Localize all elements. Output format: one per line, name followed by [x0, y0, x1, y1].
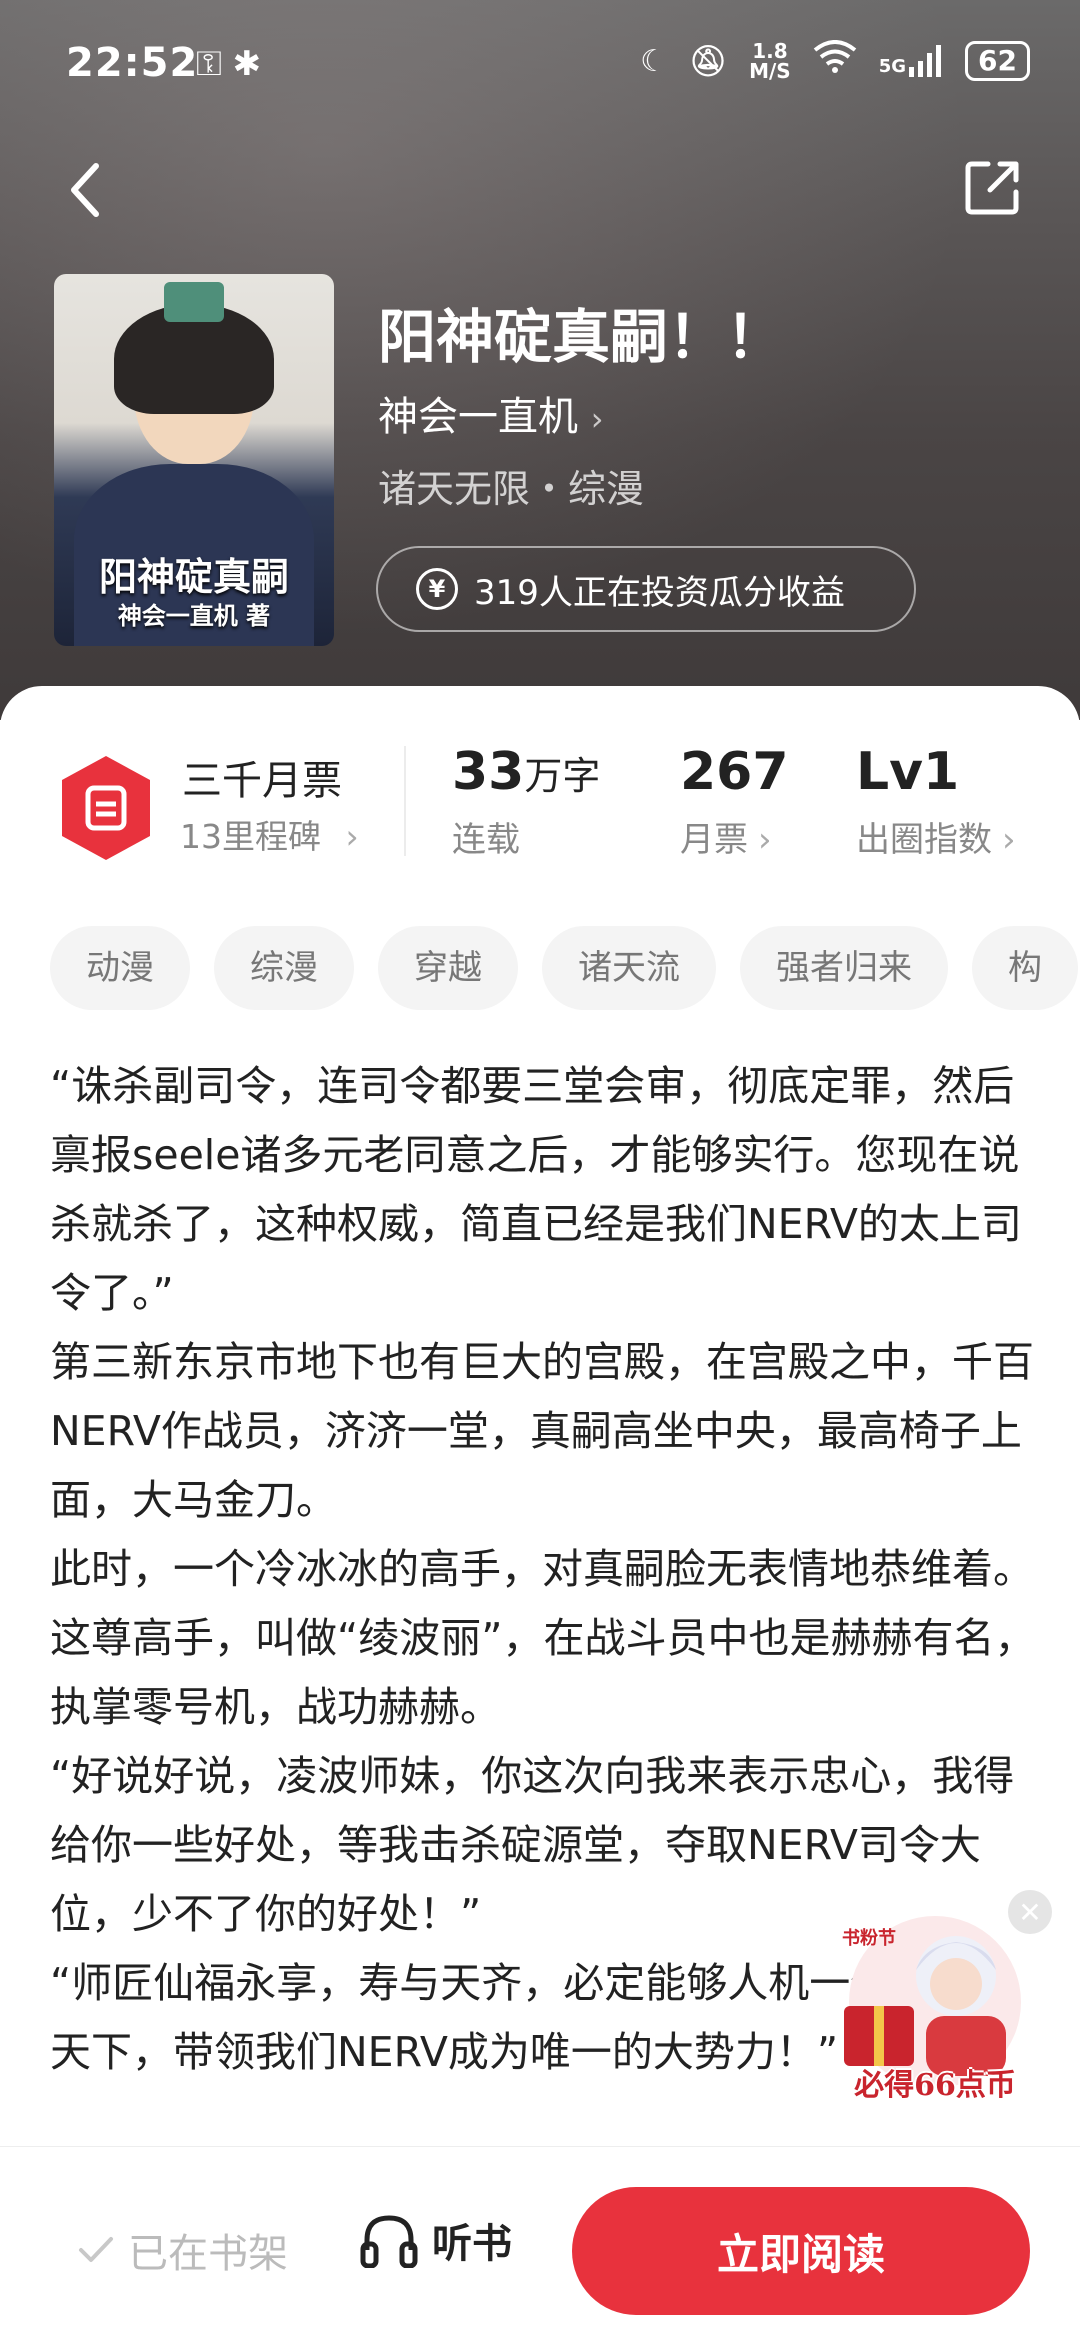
ticket-badge-icon: [62, 756, 150, 860]
mute-bell-icon: 🔕︎: [689, 43, 728, 79]
cover-author: 神会一直机 著: [117, 602, 271, 630]
check-icon: [79, 2237, 113, 2262]
wifi-icon: [813, 40, 857, 82]
chevron-right-icon: ›: [590, 400, 604, 438]
serial-status: 连载: [452, 820, 520, 860]
net-speed: 1.8 M/S: [749, 41, 791, 81]
cover-art-hat: [164, 282, 224, 322]
invest-button[interactable]: ¥ 319人正在投资瓜分收益: [376, 546, 916, 632]
chevron-right-icon: ›: [758, 820, 772, 860]
promo-bottom-text: 必得66点币: [854, 2068, 1016, 2103]
bottom-action-bar: 已在书架 听书 立即阅读: [0, 2146, 1080, 2344]
yen-coin-icon: ¥: [416, 568, 458, 610]
share-button[interactable]: [962, 156, 1024, 218]
tag-chip[interactable]: 诸天流: [542, 926, 716, 1010]
monthly-ticket-rank[interactable]: 三千月票: [182, 748, 342, 806]
milestone-text: 13里程碑: [180, 817, 321, 856]
excerpt-paragraph: “诛杀副司令，连司令都要三堂会审，彻底定罪，然后禀报seele诸多元老同意之后，…: [50, 1062, 1022, 1317]
excerpt-paragraph: 此时，一个冷冰冰的高手，对真嗣脸无表情地恭维着。这尊高手，叫做“绫波丽”，在战斗…: [50, 1545, 1036, 1731]
tag-chip[interactable]: 穿越: [378, 926, 518, 1010]
read-now-button[interactable]: 立即阅读: [572, 2187, 1030, 2315]
popularity-label: 出圈指数: [856, 820, 992, 860]
back-button[interactable]: [62, 160, 112, 220]
signal-icon: 5G: [879, 45, 943, 77]
cover-title: 阳神碇真嗣: [98, 555, 289, 599]
monthly-tickets-stat[interactable]: 267 月票 ›: [680, 742, 789, 861]
listen-label: 听书: [432, 2221, 512, 2267]
chevron-right-icon: ›: [345, 817, 359, 856]
on-shelf-status[interactable]: 已在书架: [78, 2221, 288, 2279]
promo-close-button[interactable]: ✕: [1008, 1890, 1052, 1934]
status-time: 22:52: [66, 40, 199, 86]
tag-list: 动漫 综漫 穿越 诸天流 强者归来构: [50, 926, 1080, 1012]
book-category: 诸天无限・综漫: [378, 467, 645, 511]
milestone-link[interactable]: 13里程碑 ›: [180, 810, 359, 858]
promo-top-text: 书粉节: [842, 1928, 896, 1949]
popularity-index-stat[interactable]: Lv1 出圈指数 ›: [856, 742, 1016, 861]
divider: [404, 746, 406, 856]
invest-text: 319人正在投资瓜分收益: [474, 572, 845, 613]
close-icon: ✕: [1018, 1895, 1042, 1929]
status-right-icons: ☾ 🔕︎ 1.8 M/S 5G 62: [640, 40, 1030, 82]
monthly-tickets-value: 267: [680, 742, 789, 802]
author-name: 神会一直机: [378, 394, 578, 440]
popularity-level: Lv1: [856, 742, 960, 802]
book-detail-sheet: 三千月票 13里程碑 › 33万字 连载 267 月票 › Lv1 出圈指数 › 动…: [0, 686, 1080, 2344]
top-nav: [0, 150, 1080, 230]
tag-chip[interactable]: 构: [972, 926, 1078, 1010]
listen-button[interactable]: 听书: [360, 2211, 512, 2269]
word-count-unit: 万字: [524, 754, 601, 798]
monthly-tickets-label: 月票: [680, 820, 748, 860]
headphones-icon: [360, 2215, 418, 2268]
on-shelf-label: 已在书架: [128, 2231, 288, 2277]
word-count-stat: 33万字 连载: [452, 742, 600, 861]
battery-indicator: 62: [965, 41, 1030, 81]
moon-icon: ☾: [640, 43, 667, 79]
promo-floating-banner[interactable]: 书粉节 必得66点币: [830, 1906, 1040, 2106]
book-title: 阳神碇真嗣！！: [378, 303, 785, 371]
net-speed-unit: M/S: [749, 59, 791, 83]
tag-chip[interactable]: 动漫: [50, 926, 190, 1010]
word-count-value: 33: [452, 742, 525, 802]
tag-chip[interactable]: 综漫: [214, 926, 354, 1010]
chevron-left-icon: [71, 163, 99, 217]
key-and-bluetooth-icons: ⚿ ✱: [196, 44, 262, 84]
excerpt-paragraph: 第三新东京市地下也有巨大的宫殿，在宫殿之中，千百NERV作战员，济济一堂，真嗣高…: [50, 1338, 1034, 1524]
book-cover[interactable]: 阳神碇真嗣 神会一直机 著: [54, 274, 334, 646]
author-link[interactable]: 神会一直机 ›: [378, 384, 604, 442]
share-icon: [965, 161, 1019, 215]
net-speed-value: 1.8: [752, 39, 788, 63]
signal-label: 5G: [878, 56, 907, 77]
status-bar: 22:52 ⚿ ✱ ☾ 🔕︎ 1.8 M/S 5G 62: [0, 0, 1080, 140]
tag-chip[interactable]: 强者归来: [740, 926, 948, 1010]
chevron-right-icon: ›: [1002, 820, 1016, 860]
